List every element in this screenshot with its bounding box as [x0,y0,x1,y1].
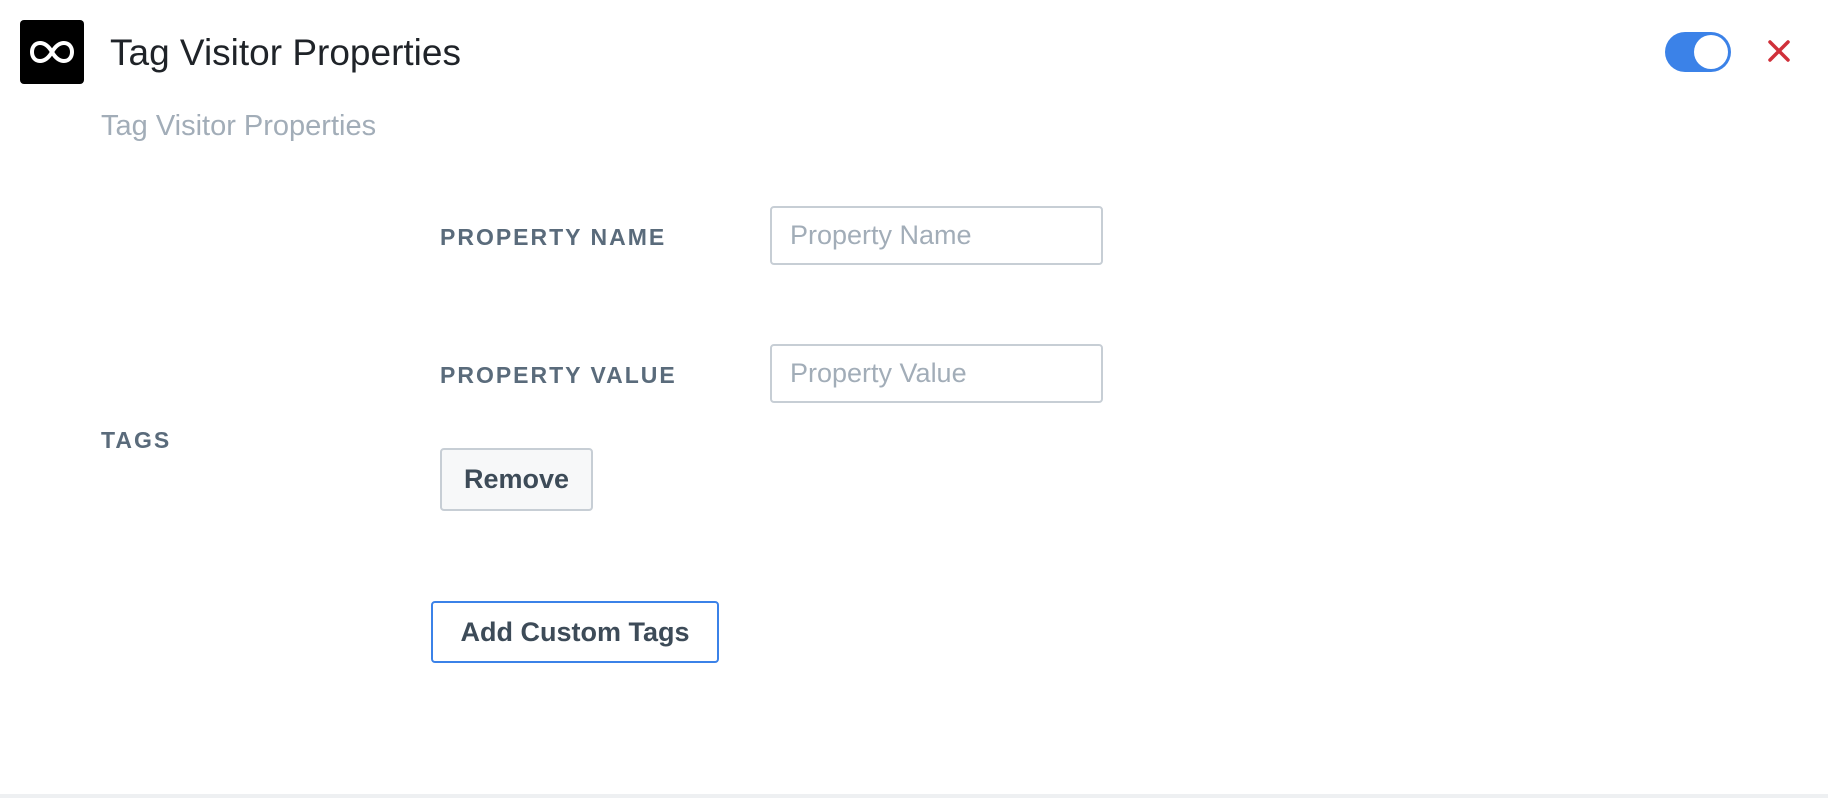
infinity-icon [30,41,74,63]
tag-visitor-properties-panel: Tag Visitor Properties Tag Visitor Prope… [0,0,1828,798]
property-name-input[interactable] [770,206,1103,265]
panel-title: Tag Visitor Properties [110,32,461,73]
close-icon [1768,40,1790,62]
remove-button[interactable]: Remove [440,448,593,511]
add-custom-tags-button[interactable]: Add Custom Tags [431,601,719,663]
property-value-input[interactable] [770,344,1103,403]
enable-toggle[interactable] [1665,32,1731,72]
toggle-knob [1694,35,1728,69]
panel-subtitle: Tag Visitor Properties [101,110,377,142]
app-logo [20,20,84,84]
close-button[interactable] [1762,34,1796,68]
tags-section-label: TAGS [101,427,172,453]
property-value-label: PROPERTY VALUE [440,362,677,388]
property-name-label: PROPERTY NAME [440,224,667,250]
